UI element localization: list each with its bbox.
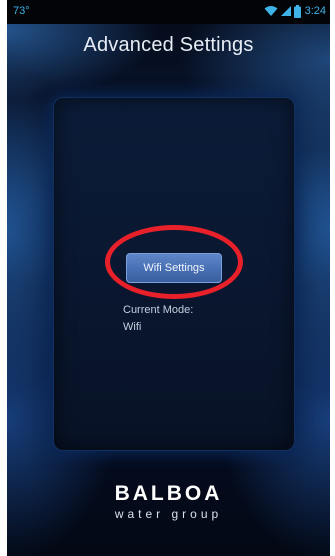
current-mode-label: Current Mode: [123,304,194,316]
status-bar: 73° 3:24 [7,0,330,24]
status-icons: 3:24 [264,4,326,18]
phone-screen: 73° 3:24 Advanced Settings Wifi Settings… [7,0,330,556]
battery-icon [293,4,301,18]
current-mode-value: Wifi [123,321,142,333]
wifi-icon [264,6,278,16]
logo-brand: BALBOA [114,482,223,505]
balboa-logo: BALBOA water group [7,482,330,521]
signal-icon [280,6,291,16]
page-title: Advanced Settings [83,34,254,56]
status-time: 3:24 [304,5,326,17]
logo-tagline: water group [114,507,223,521]
status-temperature: 73° [13,5,30,17]
wifi-settings-button[interactable]: Wifi Settings [126,253,222,283]
